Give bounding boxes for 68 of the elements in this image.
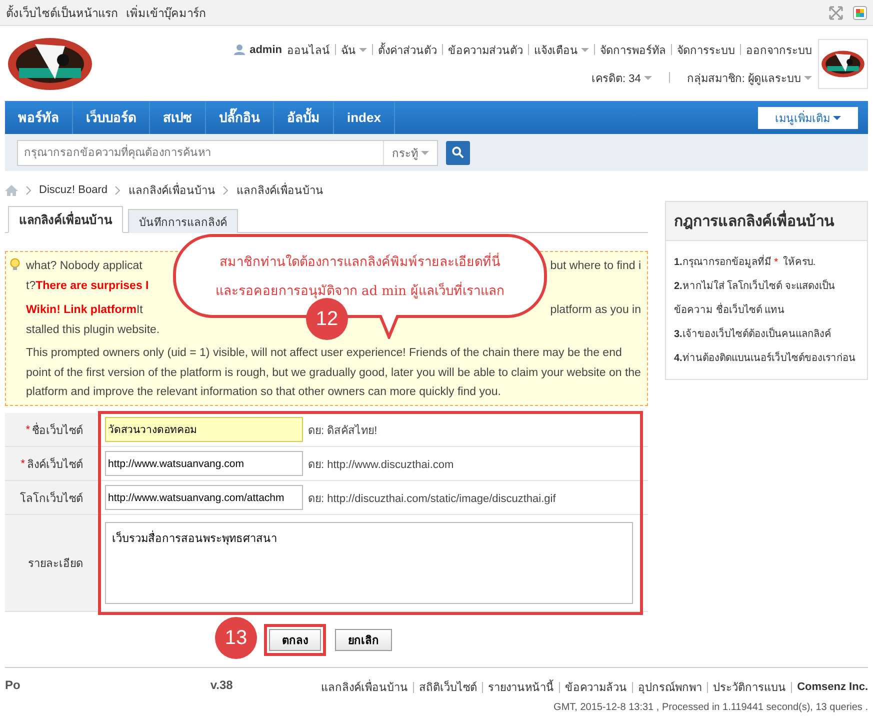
footer-stats: GMT, 2015-12-8 13:31 , Processed in 1.119441 second(s), 13 queries . [554, 702, 868, 713]
field-hint: ดย: http://www.discuzthai.com [308, 458, 454, 472]
notice-text: platform as you in [550, 303, 641, 318]
field-hint: ดย: ดิสคัสไทย! [308, 423, 378, 438]
user-menu-link[interactable]: ออกจากระบบ [746, 40, 812, 58]
search-icon [452, 146, 464, 159]
callout-text: สมาชิกท่านใดต้องการแลกลิงค์พิมพ์รายละเอียดที่นี่ [220, 251, 500, 272]
chevron-icon [223, 186, 228, 194]
footer-link[interactable]: ประวัติการแบน [713, 678, 786, 696]
user-menu-link[interactable]: แจ้งเตือน [534, 40, 589, 58]
notice-text: t?There are surprises I [26, 279, 149, 294]
search-button[interactable] [446, 140, 470, 164]
tab[interactable]: บันทึกการแลกลิงค์ [128, 209, 238, 233]
footer-link[interactable]: สถิติเว็บไซต์ [419, 678, 478, 696]
footer-link[interactable]: แลกลิงค์เพื่อนบ้าน [321, 678, 408, 696]
notice-text: stalled this plugin website. [26, 323, 160, 338]
rule-text: 4.ท่านต้องติดแบนเนอร์เว็บไซต์ของเราก่อน [674, 350, 856, 366]
breadcrumb-link[interactable]: Discuz! Board [39, 184, 108, 196]
footer-link[interactable]: อุปกรณ์พกพา [638, 678, 702, 696]
step-badge: 12 [306, 298, 348, 340]
chevron-icon [26, 186, 31, 194]
user-menu-link[interactable]: ตั้งค่าส่วนตัว [378, 40, 437, 58]
description-textarea[interactable]: เว็บรวมสื่อการสอนพระพุทธศาสนา [105, 522, 633, 604]
notice-text: but where to find i [550, 259, 641, 274]
user-menu-link[interactable]: ข้อความส่วนตัว [448, 40, 523, 58]
rule-text: 2.หากไม่ใส่ โลโกเว็บไซต์ จะแสดงเป็นข้อความ ชื่อเว็บไซต์ แทน [674, 278, 836, 318]
credit-link[interactable]: เครดิต: 34 [592, 68, 652, 86]
field-label: รายละเอียด [5, 515, 97, 611]
user-icon [234, 44, 245, 55]
form-button[interactable]: ยกเลิก [335, 629, 392, 651]
field-label: โลโกเว็บไซต์ [5, 481, 97, 514]
callout-text: และรอคอยการอนุมัติจาก ad min ผู้แลเว็บที่เราแลก [215, 280, 505, 301]
username-link[interactable]: admin [250, 44, 282, 56]
top-link[interactable]: เพิ่มเข้าบุ๊คมาร์ก [126, 4, 206, 22]
tab[interactable]: แลกลิงค์เพื่อนบ้าน [8, 206, 123, 233]
user-menu-link[interactable]: จัดการระบบ [677, 40, 735, 58]
rule-text: 1.กรุณากรอกข้อมูลที่มี * ให้ครบ. [674, 251, 859, 275]
user-menu-link[interactable]: จัดการพอร์ทัล [600, 40, 666, 58]
panel-title: กฎการแลกลิงค์เพื่อนบ้าน [666, 202, 867, 241]
chevron-icon [115, 186, 120, 194]
field-label: * ลิงค์เว็บไซต์ [5, 447, 97, 480]
footer-link[interactable]: ข้อความล้วน [565, 678, 628, 696]
online-status: ออนไลน์ [287, 43, 330, 58]
user-menu-link[interactable]: ฉัน [341, 40, 367, 58]
notice-text: This prompted owners only (uid = 1) visible, will not affect user experience! Friends of the chain there may be the end point of the first version of the platform is rough, but we gradually good, later you will be able to claim your website on the platform and improve the relevant information so that other owners can more quickly find you. [26, 346, 641, 400]
field-hint: ดย: http://discuzthai.com/static/image/discuzthai.gif [308, 492, 556, 506]
field-label: * ชื่อเว็บไซต์ [5, 413, 97, 446]
member-group-link[interactable]: กลุ่มสมาชิก: ผู้ดูแลระบบ [686, 68, 812, 86]
footer-link[interactable]: Comsenz Inc. [797, 681, 868, 693]
search-field[interactable]: กรุณากรอกข้อความที่คุณต้องการค้นหา กระทู้ [17, 140, 438, 166]
input-field[interactable]: วัดสวนวางดอทคอม [105, 417, 303, 442]
color-palette-icon[interactable] [853, 6, 867, 20]
input-field[interactable]: http://www.watsuanvang.com [105, 451, 303, 476]
lightbulb-icon [10, 258, 20, 271]
input-field[interactable]: http://www.watsuanvang.com/attachm [105, 485, 303, 510]
more-menu-button[interactable]: เมนูเพิ่มเติม [758, 106, 858, 128]
footer-text: v.38 [210, 678, 233, 694]
footer-text: Po [5, 678, 20, 694]
step-badge: 13 [215, 617, 257, 659]
footer-link[interactable]: รายงานหน้านี้ [488, 678, 554, 696]
form-button[interactable]: ตกลง [269, 629, 321, 651]
breadcrumb-link[interactable]: แลกลิงค์เพื่อนบ้าน [128, 181, 216, 199]
notice-text: what? Nobody applicat [26, 259, 142, 274]
expand-icon[interactable] [829, 6, 843, 20]
top-link[interactable]: ตั้งเว็บไซต์เป็นหน้าแรก [6, 4, 118, 22]
notice-text: Wikin! Link platformIt [26, 303, 143, 318]
rule-text: 3.เจ้าของเว็บไซต์ต้องเป็นคนแลกลิงค์ [674, 326, 832, 342]
breadcrumb-link[interactable]: แลกลิงค์เพื่อนบ้าน [236, 181, 324, 199]
